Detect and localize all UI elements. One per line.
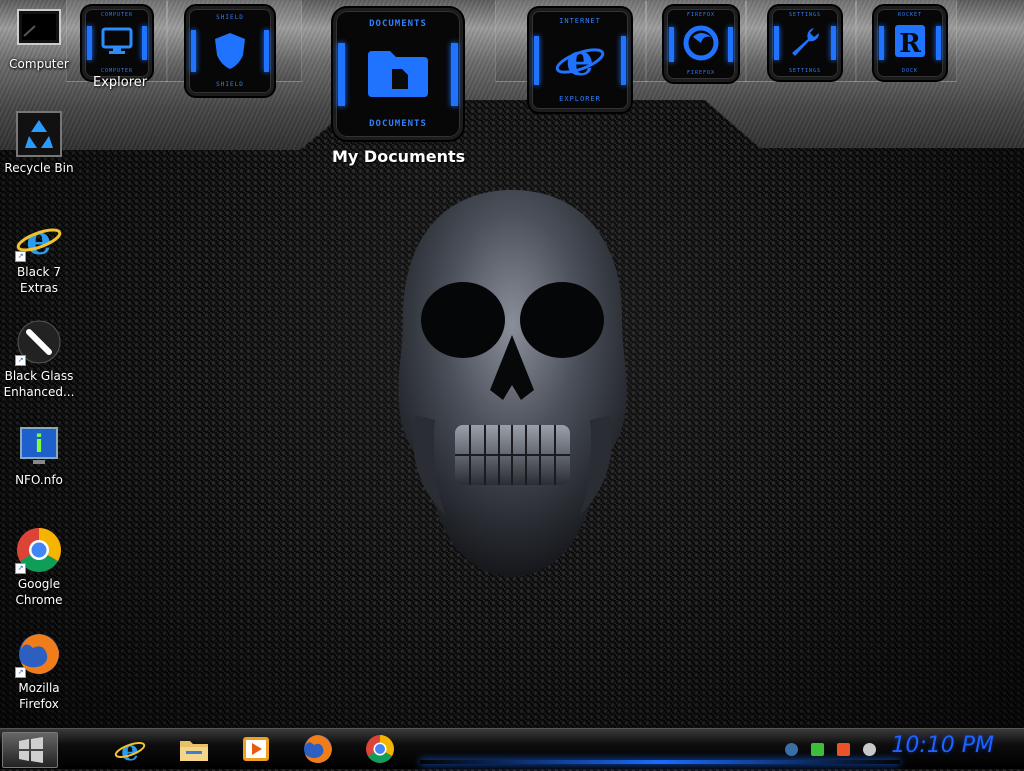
rocketdock-icon: R xyxy=(877,23,943,63)
chrome-icon xyxy=(366,735,394,763)
desktop-icon-label: Black 7 xyxy=(17,265,61,279)
flag-icon[interactable] xyxy=(810,743,824,756)
desktop-icon-black-glass[interactable]: ↗ Black Glass Enhanced... xyxy=(1,318,77,400)
file-explorer-icon xyxy=(180,741,208,761)
desktop-icon-label: Recycle Bin xyxy=(4,161,74,175)
system-tray xyxy=(784,741,884,760)
dock-caption-bottom: EXPLORER xyxy=(559,95,601,103)
firefox-icon xyxy=(667,25,735,65)
firefox-icon xyxy=(304,735,332,763)
svg-text:e: e xyxy=(566,35,594,83)
desktop-icon-label: Computer xyxy=(9,57,69,71)
desktop-icon-computer[interactable]: Computer xyxy=(1,6,77,72)
desktop-icon-recycle-bin[interactable]: Recycle Bin xyxy=(1,110,77,176)
recycle-bin-icon xyxy=(15,110,63,158)
shortcut-arrow-icon: ↗ xyxy=(15,667,26,678)
taskbar-media-player-button[interactable] xyxy=(240,733,272,765)
shortcut-arrow-icon: ↗ xyxy=(15,563,26,574)
dock-caption-bottom: SHIELD xyxy=(216,81,244,88)
dock-firefox-button[interactable]: FIREFOX FIREFOX xyxy=(664,6,738,82)
dock-caption-bottom: DOCK xyxy=(901,68,919,74)
taskbar-chrome-button[interactable] xyxy=(364,733,396,765)
dock-caption-bottom: DOCUMENTS xyxy=(369,119,427,129)
desktop-icon-black7-extras[interactable]: e ↗ Black 7 Extras xyxy=(1,214,77,296)
volume-icon[interactable] xyxy=(863,743,876,756)
taskbar: e 10:10 PM xyxy=(0,728,1024,769)
dock-caption-top: SETTINGS xyxy=(788,12,822,18)
desktop-icon-label: Enhanced... xyxy=(3,385,75,399)
black-glass-icon: ↗ xyxy=(15,318,63,366)
action-center-icon[interactable] xyxy=(836,743,850,756)
dock-caption-bottom: FIREFOX xyxy=(686,70,716,76)
dock-caption-top: INTERNET xyxy=(559,17,601,25)
desktop-icon-label: Google xyxy=(17,577,61,591)
dock-caption-top: SHIELD xyxy=(216,14,244,21)
desktop-icon-nfo[interactable]: i NFO.nfo xyxy=(1,422,77,488)
monitor-icon xyxy=(85,27,149,59)
firefox-icon: ↗ xyxy=(15,630,63,678)
dock-internet-explorer-button[interactable]: INTERNET e EXPLORER xyxy=(529,8,631,112)
svg-text:R: R xyxy=(899,29,921,59)
wrench-icon xyxy=(772,25,838,63)
computer-icon xyxy=(15,6,63,54)
dock-settings-button[interactable]: SETTINGS SETTINGS xyxy=(769,6,841,80)
taskbar-clock[interactable]: 10:10 PM xyxy=(891,733,994,758)
desktop-icon-label: Black Glass xyxy=(4,369,74,383)
desktop-icon-mozilla-firefox[interactable]: ↗ Mozilla Firefox xyxy=(1,630,77,712)
internet-explorer-icon: e xyxy=(114,734,146,767)
start-button[interactable] xyxy=(2,732,58,768)
chrome-icon: ↗ xyxy=(15,526,63,574)
desktop-icon-label: Firefox xyxy=(19,697,59,711)
shortcut-arrow-icon: ↗ xyxy=(15,355,26,366)
folder-icon xyxy=(336,47,460,103)
svg-text:i: i xyxy=(35,430,43,458)
dock-computer-button[interactable]: COMPUTER COMPUTER xyxy=(82,6,152,80)
taskbar-firefox-button[interactable] xyxy=(302,733,334,765)
dock-hover-label: My Documents xyxy=(332,147,466,166)
desktop-icon-label: Mozilla xyxy=(18,681,60,695)
dock-shield-button[interactable]: SHIELD SHIELD xyxy=(186,6,274,96)
nfo-info-icon: i xyxy=(15,422,63,470)
skull-wallpaper-image xyxy=(398,190,627,577)
internet-explorer-icon: e ↗ xyxy=(15,214,63,264)
shield-icon xyxy=(189,31,271,75)
windows-logo-icon xyxy=(19,737,43,763)
dock-caption-bottom: SETTINGS xyxy=(788,68,822,74)
taskbar-file-explorer-button[interactable] xyxy=(178,733,210,765)
network-icon[interactable] xyxy=(784,743,798,756)
dock-explorer-label: Explorer xyxy=(93,75,148,90)
taskbar-internet-explorer-button[interactable]: e xyxy=(114,733,146,767)
desktop-icon-label: Chrome xyxy=(15,593,63,607)
dock-caption-top: FIREFOX xyxy=(686,12,716,18)
dock-caption-top: DOCUMENTS xyxy=(369,19,427,29)
desktop-icon-google-chrome[interactable]: ↗ Google Chrome xyxy=(1,526,77,608)
dock-caption-bottom: COMPUTER xyxy=(100,68,134,74)
taskbar-glow-line xyxy=(420,760,900,764)
dock-documents-button[interactable]: DOCUMENTS DOCUMENTS xyxy=(333,8,463,140)
desktop-icon-label: Extras xyxy=(20,281,58,295)
dock-caption-top: COMPUTER xyxy=(100,12,134,18)
internet-explorer-icon: e xyxy=(532,35,628,87)
svg-text:e: e xyxy=(26,217,51,262)
media-player-icon xyxy=(243,737,269,761)
svg-text:e: e xyxy=(121,734,139,765)
shortcut-arrow-icon: ↗ xyxy=(15,251,26,262)
desktop-icon-label: NFO.nfo xyxy=(15,473,63,487)
dock-caption-top: ROCKET xyxy=(897,12,923,18)
dock-rocketdock-button[interactable]: ROCKET R DOCK xyxy=(874,6,946,80)
